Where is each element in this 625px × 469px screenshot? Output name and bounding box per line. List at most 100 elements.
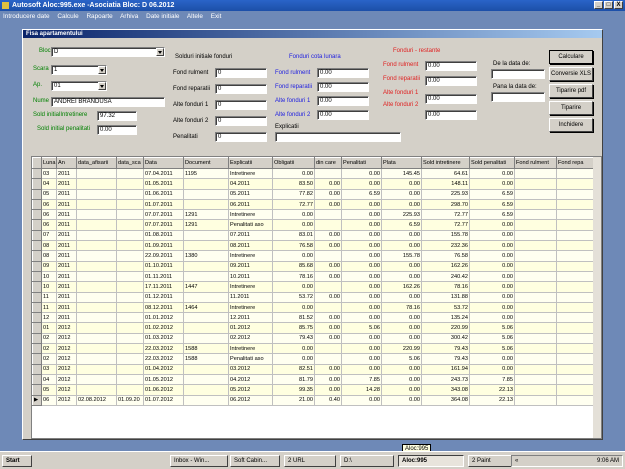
header-col-fond-rulment[interactable]: Fond rulment: [514, 157, 557, 169]
fond-reparatii-field[interactable]: 0: [215, 84, 267, 94]
menu-arhiva[interactable]: Arhiva: [120, 13, 138, 20]
cell-row-indicator[interactable]: [32, 260, 42, 272]
penalitati-field[interactable]: 0: [215, 132, 267, 142]
table-row[interactable]: 03 2012 01.04.2012 03.2012 82.51 0.00 0.00 0.00…: [32, 363, 601, 375]
menu-rapoarte[interactable]: Rapoarte: [86, 13, 112, 20]
rest-alte1-field[interactable]: 0.00: [425, 94, 477, 104]
table-row[interactable]: 03 2011 07.04.2011 1195 Intretinere 0.00 0.00 1…: [32, 167, 601, 180]
chevron-down-icon[interactable]: [98, 66, 106, 74]
start-button[interactable]: Start: [2, 455, 32, 467]
cell-row-indicator[interactable]: [32, 353, 42, 365]
table-row[interactable]: 02 2012 22.03.2012 1588 Intretinere 0.00 0.00 2…: [32, 343, 601, 355]
table-row[interactable]: 09 2011 01.10.2011 09.2011 85.68 0.00 0.00 0.00…: [32, 260, 601, 272]
cota-alte1-field[interactable]: 0.00: [317, 96, 369, 106]
header-col-document[interactable]: Document: [183, 157, 229, 169]
cell-row-indicator[interactable]: [32, 250, 42, 262]
table-row[interactable]: 06 2011 07.07.2011 1291 Intretinere 0.00 0.00 2…: [32, 209, 601, 221]
close-button[interactable]: X: [614, 1, 623, 9]
cell-row-indicator[interactable]: [32, 270, 42, 283]
cell-row-indicator[interactable]: [32, 281, 42, 293]
header-col-sold-intretinere[interactable]: Sold intretinere: [421, 157, 470, 169]
table-row[interactable]: 11 2011 08.12.2011 1464 Intretinere 0.00 0.00 7…: [32, 301, 601, 314]
header-col-an[interactable]: An: [56, 157, 77, 169]
cell-row-indicator[interactable]: [32, 373, 42, 386]
header-row-indicator[interactable]: [32, 157, 42, 169]
table-row[interactable]: 02 2012 22.03.2012 1588 Penalitati aso 0.00 0.…: [32, 353, 601, 365]
chevron-down-icon[interactable]: [156, 48, 164, 56]
de-la-field[interactable]: [491, 69, 545, 79]
header-col-penalitati[interactable]: Penalitati: [341, 157, 382, 169]
menu-date-initiale[interactable]: Date initiale: [146, 13, 179, 20]
cell-row-indicator[interactable]: [32, 240, 42, 252]
cell-row-indicator[interactable]: [32, 384, 42, 396]
table-row[interactable]: 12 2011 01.01.2012 12.2011 81.52 0.00 0.00 0.00…: [32, 312, 601, 324]
sold-penalitati-field[interactable]: 0.00: [97, 125, 137, 135]
cell-row-indicator[interactable]: ▶: [32, 394, 42, 406]
header-col-sold-penalitati[interactable]: Sold penalitati: [469, 157, 515, 169]
cell-row-indicator[interactable]: [32, 363, 42, 375]
table-row[interactable]: 10 2011 17.11.2011 1447 Intretinere 0.00 0.00 1…: [32, 281, 601, 293]
table-row[interactable]: 06 2011 07.07.2011 1291 Penalitati aso 0.00 0.…: [32, 219, 601, 231]
table-row[interactable]: 05 2012 01.06.2012 05.2012 99.35 0.00 14.28 0.0…: [32, 384, 601, 396]
table-row[interactable]: 05 2011 01.06.2011 05.2011 77.82 0.00 6.59 0.00…: [32, 188, 601, 200]
header-col-luna[interactable]: Luna: [41, 157, 57, 169]
nume-field[interactable]: ANDREI BRANDUSA: [51, 97, 165, 107]
table-row[interactable]: ▶ 06 2012 02.08.2012 01.09.20 01.07.2012 06.20…: [32, 394, 601, 406]
table-row[interactable]: 02 2012 01.03.2012 02.2012 79.43 0.00 0.00 0.00…: [32, 332, 601, 345]
cota-reparatii-field[interactable]: 0.00: [317, 82, 369, 92]
fond-rulment-field[interactable]: 0: [215, 68, 267, 78]
taskbar-d-drive[interactable]: D:\: [340, 455, 394, 467]
cell-row-indicator[interactable]: [32, 188, 42, 200]
taskbar-aloc[interactable]: Aloc:995: [398, 455, 464, 467]
alte-fonduri1-field[interactable]: 0: [215, 100, 267, 110]
bloc-select[interactable]: D: [51, 47, 165, 57]
cota-rulment-field[interactable]: 0.00: [317, 68, 369, 78]
menu-exit[interactable]: Exit: [211, 13, 222, 20]
tiparire-button[interactable]: Tiparire: [549, 101, 593, 115]
calculare-button[interactable]: Calculare: [549, 50, 593, 64]
explicatii-field[interactable]: [275, 132, 401, 142]
scara-select[interactable]: 1: [51, 65, 107, 75]
pana-la-field[interactable]: [491, 92, 545, 102]
header-col-obligatii[interactable]: Obligatii: [272, 157, 315, 169]
sold-intretinere-field[interactable]: 97.32: [97, 111, 137, 121]
rest-rulment-field[interactable]: 0.00: [425, 61, 477, 71]
taskbar-soft-cabin[interactable]: Soft Cabin...: [230, 455, 280, 467]
taskbar-paint[interactable]: 2 Paint: [468, 455, 512, 467]
tiparire-pdf-button[interactable]: Tiparire pdf: [549, 84, 593, 98]
header-col-explicatii[interactable]: Explicatii: [228, 157, 273, 169]
table-row[interactable]: 10 2011 01.11.2011 10.2011 78.16 0.00 0.00 0.00…: [32, 270, 601, 283]
header-col-plata[interactable]: Plata: [381, 157, 422, 169]
cell-row-indicator[interactable]: [32, 219, 42, 231]
cell-row-indicator[interactable]: [32, 343, 42, 355]
chevron-down-icon[interactable]: [98, 82, 106, 90]
cell-row-indicator[interactable]: [32, 312, 42, 324]
alte-fonduri2-field[interactable]: 0: [215, 116, 267, 126]
table-row[interactable]: 11 2011 01.12.2011 11.2011 53.72 0.00 0.00 0.00…: [32, 291, 601, 303]
table-row[interactable]: 08 2011 01.09.2011 08.2011 76.58 0.00 0.00 0.00…: [32, 240, 601, 252]
inchidere-button[interactable]: Inchidere: [549, 118, 593, 132]
cell-row-indicator[interactable]: [32, 291, 42, 303]
cell-row-indicator[interactable]: [32, 229, 42, 242]
minimize-button[interactable]: _: [594, 1, 603, 9]
maximize-button[interactable]: □: [604, 1, 613, 9]
cell-row-indicator[interactable]: [32, 209, 42, 221]
taskbar-inbox[interactable]: Inbox - Win...: [170, 455, 228, 467]
cell-row-indicator[interactable]: [32, 167, 42, 180]
ap-select[interactable]: 01: [51, 81, 107, 91]
cell-row-indicator[interactable]: [32, 178, 42, 190]
header-col-data[interactable]: Data: [143, 157, 184, 169]
table-row[interactable]: 07 2011 01.08.2011 07.2011 83.01 0.00 0.00 0.00…: [32, 229, 601, 242]
cota-alte2-field[interactable]: 0.00: [317, 110, 369, 120]
cell-row-indicator[interactable]: [32, 301, 42, 314]
table-row[interactable]: 04 2012 01.05.2012 04.2012 81.79 0.00 7.85 0.00…: [32, 373, 601, 386]
cell-row-indicator[interactable]: [32, 332, 42, 345]
rest-reparatii-field[interactable]: 0.00: [425, 76, 477, 86]
header-col-din-care[interactable]: din care: [314, 157, 342, 169]
table-row[interactable]: 01 2012 01.02.2012 01.2012 85.75 0.00 5.06 0.00…: [32, 322, 601, 334]
table-row[interactable]: 08 2011 22.09.2011 1380 Intretinere 0.00 0.00 1…: [32, 250, 601, 262]
menu-introducere[interactable]: Introducere date: [3, 13, 50, 20]
conversie-xls-button[interactable]: Conversie XLS: [549, 67, 593, 81]
rest-alte2-field[interactable]: 0.00: [425, 110, 477, 120]
header-col-data-afisarii[interactable]: data_afisarii: [76, 157, 117, 169]
